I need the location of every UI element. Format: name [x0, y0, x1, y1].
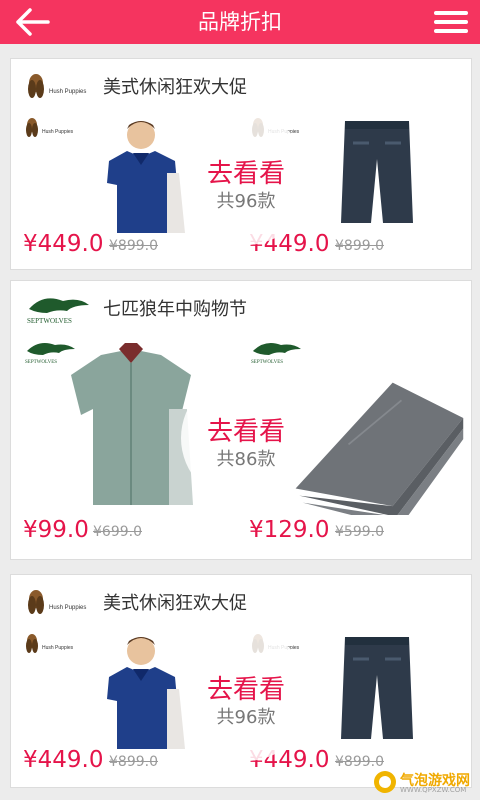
brand-title: 美式休闲狂欢大促 [103, 593, 247, 614]
go-see-label: 去看看 [206, 675, 285, 705]
septwolves-logo: SEPTWOLVES [27, 298, 89, 325]
price: ¥129.0 [249, 517, 330, 543]
trousers-image [295, 382, 464, 515]
hush-puppies-logo: Hush Puppies [26, 634, 74, 653]
original-price: ¥599.0 [335, 524, 384, 540]
go-see-button[interactable]: 去看看 共96款 [181, 115, 311, 245]
brand-card-1[interactable]: Hush Puppies 美式休闲狂欢大促 Hush Puppies ¥449.… [10, 58, 472, 270]
item-count: 共86款 [216, 449, 276, 470]
go-see-button[interactable]: 去看看 共86款 [181, 373, 311, 503]
top-bar: 品牌折扣 [0, 0, 480, 44]
brand-title: 美式休闲狂欢大促 [103, 77, 247, 98]
original-price: ¥899.0 [109, 238, 158, 254]
price: ¥449.0 [23, 231, 104, 257]
hush-puppies-logo: Hush Puppies [28, 74, 86, 98]
site-watermark: 气泡游戏网 WWW.QPXZW.COM [372, 768, 476, 796]
price: ¥99.0 [23, 517, 89, 543]
brand-card-2[interactable]: SEPTWOLVES 七匹狼年中购物节 SEPTWOLVES ¥99.0 ¥69… [10, 280, 472, 560]
svg-text:SEPTWOLVES: SEPTWOLVES [251, 360, 283, 365]
svg-text:Hush Puppies: Hush Puppies [42, 129, 74, 135]
original-price: ¥899.0 [109, 754, 158, 770]
original-price: ¥699.0 [93, 524, 142, 540]
price: ¥449.0 [23, 747, 104, 773]
original-price: ¥899.0 [335, 238, 384, 254]
brand-title: 七匹狼年中购物节 [103, 299, 247, 320]
svg-text:Hush Puppies: Hush Puppies [49, 605, 86, 611]
brand-header: Hush Puppies 美式休闲狂欢大促 [11, 575, 471, 627]
go-see-label: 去看看 [206, 417, 285, 447]
go-see-label: 去看看 [206, 159, 285, 189]
svg-text:Hush Puppies: Hush Puppies [49, 89, 86, 95]
brand-card-3[interactable]: Hush Puppies 美式休闲狂欢大促 Hush Puppies ¥449.… [10, 574, 472, 788]
septwolves-logo: SEPTWOLVES [251, 343, 301, 365]
denim-shorts-image [341, 121, 413, 223]
hush-puppies-logo: Hush Puppies [28, 590, 86, 614]
hush-puppies-logo: Hush Puppies [26, 118, 74, 137]
svg-text:Hush Puppies: Hush Puppies [42, 645, 74, 651]
brand-header: SEPTWOLVES 七匹狼年中购物节 [11, 281, 471, 333]
brand-header: Hush Puppies 美式休闲狂欢大促 [11, 59, 471, 111]
item-count: 共96款 [216, 707, 276, 728]
menu-icon[interactable] [434, 7, 468, 37]
item-count: 共96款 [216, 191, 276, 212]
go-see-button[interactable]: 去看看 共96款 [181, 631, 311, 761]
bubble-logo-icon [374, 771, 396, 793]
watermark-url: WWW.QPXZW.COM [400, 786, 467, 794]
page-title: 品牌折扣 [198, 10, 282, 34]
denim-shorts-image [341, 637, 413, 739]
svg-text:SEPTWOLVES: SEPTWOLVES [27, 317, 72, 325]
